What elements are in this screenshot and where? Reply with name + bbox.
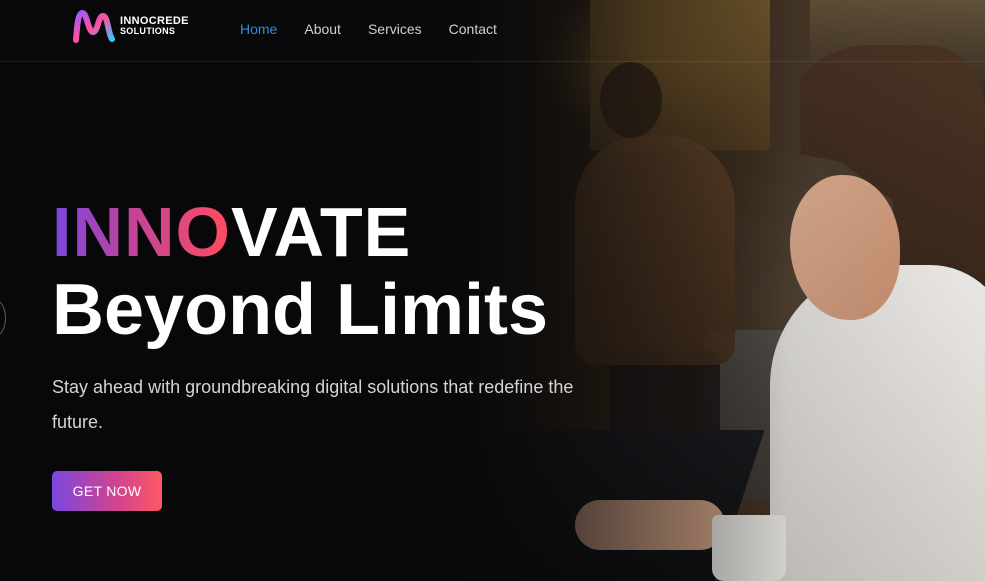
brand-logo[interactable]: INNOCREDE SOLUTIONS bbox=[72, 8, 189, 44]
hero-subtitle: Stay ahead with groundbreaking digital s… bbox=[52, 377, 574, 432]
hero-title-gradient: INNO bbox=[52, 193, 231, 271]
brand-name: INNOCREDE bbox=[120, 15, 189, 27]
brand-tagline: SOLUTIONS bbox=[120, 26, 176, 36]
nav-home[interactable]: Home bbox=[240, 21, 277, 37]
nav-contact[interactable]: Contact bbox=[449, 21, 497, 37]
main-nav: Home About Services Contact bbox=[240, 21, 497, 37]
hero-title-line2: Beyond Limits bbox=[52, 270, 549, 350]
hero-title-line1: INNOVATE bbox=[52, 193, 548, 271]
logo-m-icon bbox=[73, 10, 115, 43]
site-header: INNOCREDE SOLUTIONS Home About Services … bbox=[0, 0, 985, 62]
hero-title: INNOVATE Beyond Limits bbox=[52, 193, 548, 349]
brand-wordmark: INNOCREDE SOLUTIONS bbox=[120, 15, 189, 37]
nav-about[interactable]: About bbox=[304, 21, 341, 37]
get-now-button[interactable]: GET NOW bbox=[52, 471, 162, 511]
nav-services[interactable]: Services bbox=[368, 21, 422, 37]
hero-title-plain: VATE bbox=[231, 193, 412, 271]
